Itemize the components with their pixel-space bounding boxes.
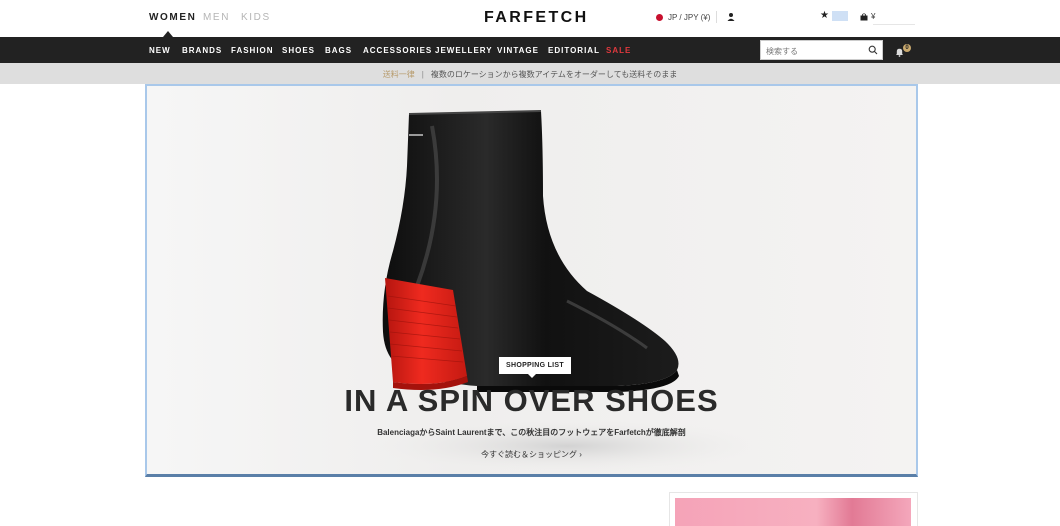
nav-accessories[interactable]: ACCESSORIES	[363, 46, 432, 55]
cart-button[interactable]: ¥	[860, 12, 875, 21]
top-bar: WOMEN MEN KIDS FARFETCH JP / JPY (¥) ★ ¥	[0, 0, 1060, 37]
wishlist-button[interactable]: ★	[820, 11, 848, 21]
promo-text: 複数のロケーションから複数アイテムをオーダーしても送料そのまま	[430, 70, 678, 79]
nav-jewellery[interactable]: JEWELLERY	[435, 46, 493, 55]
nav-brands[interactable]: BRANDS	[182, 46, 222, 55]
user-icon[interactable]	[726, 12, 736, 22]
search-box	[760, 40, 883, 61]
tab-men[interactable]: MEN	[203, 12, 230, 23]
nav-editorial[interactable]: EDITORIAL	[548, 46, 600, 55]
star-icon: ★	[820, 10, 829, 21]
cart-currency: ¥	[871, 12, 876, 21]
shopping-list-tag: SHOPPING LIST	[499, 357, 571, 374]
nav-new[interactable]: NEW	[149, 46, 171, 55]
hero-banner[interactable]: SHOPPING LIST IN A SPIN OVER SHOES Balen…	[145, 84, 918, 477]
promo-card-image	[675, 498, 911, 526]
search-input[interactable]	[761, 42, 861, 61]
cart-underline	[873, 24, 915, 25]
divider	[716, 11, 717, 23]
wishlist-count-placeholder	[831, 11, 848, 21]
nav-shoes[interactable]: SHOES	[282, 46, 315, 55]
notification-badge: 0	[903, 44, 911, 52]
promo-banner[interactable]: 送料一律 | 複数のロケーションから複数アイテムをオーダーしても送料そのまま	[0, 63, 1060, 84]
tag-pointer	[528, 374, 536, 378]
tab-women[interactable]: WOMEN	[149, 12, 196, 23]
search-icon[interactable]	[868, 45, 878, 55]
nav-sale[interactable]: SALE	[606, 46, 631, 55]
locale-label: JP / JPY (¥)	[668, 13, 711, 22]
nav-fashion[interactable]: FASHION	[231, 46, 274, 55]
promo-lead: 送料一律	[382, 70, 415, 79]
hero-headline[interactable]: IN A SPIN OVER SHOES	[147, 383, 916, 419]
shopping-bag-icon	[860, 12, 868, 20]
read-and-shop-link[interactable]: 今すぐ読む＆ショッピング ›	[147, 449, 916, 460]
japan-flag-icon	[656, 14, 663, 21]
promo-separator: |	[421, 70, 424, 79]
main-nav: NEW BRANDS FASHION SHOES BAGS ACCESSORIE…	[0, 37, 1060, 63]
notifications-button[interactable]: 0	[895, 44, 915, 58]
hero-subline: BalenciagaからSaint Laurentまで、この秋注目のフットウェア…	[377, 428, 686, 437]
nav-bags[interactable]: BAGS	[325, 46, 352, 55]
promo-card[interactable]	[669, 492, 918, 526]
locale-selector[interactable]: JP / JPY (¥)	[656, 13, 710, 22]
tab-kids[interactable]: KIDS	[241, 12, 271, 23]
farfetch-logo[interactable]: FARFETCH	[484, 9, 589, 27]
nav-vintage[interactable]: VINTAGE	[497, 46, 539, 55]
